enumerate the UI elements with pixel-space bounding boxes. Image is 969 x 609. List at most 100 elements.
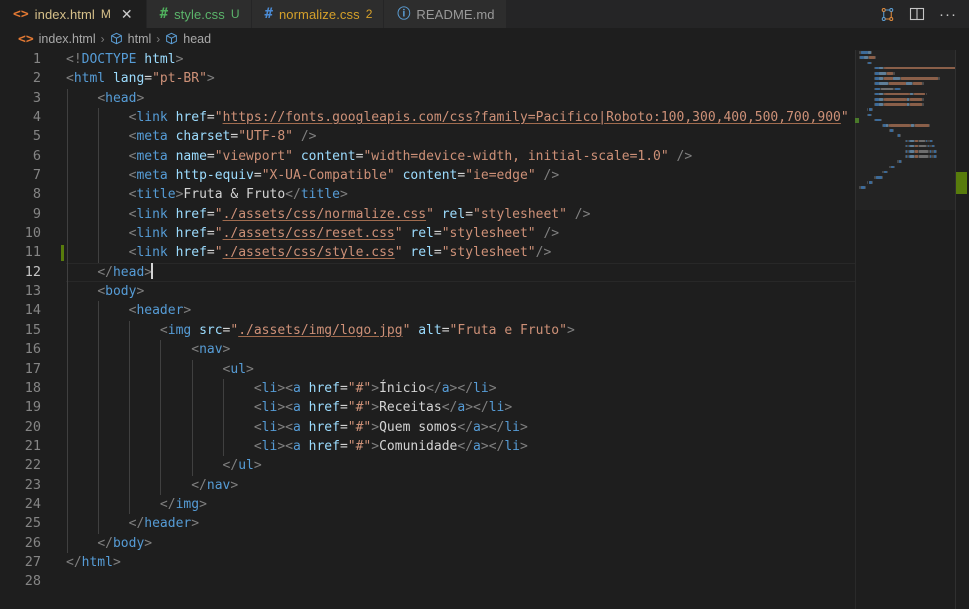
minimap-line xyxy=(859,190,955,195)
more-actions-icon[interactable]: ··· xyxy=(939,7,957,22)
line-content[interactable]: <nav> xyxy=(52,340,230,359)
line-number: 7 xyxy=(32,167,41,184)
line-content[interactable]: <head> xyxy=(52,89,144,108)
open-changes-icon[interactable] xyxy=(880,7,895,22)
line-content[interactable]: <title>Fruta & Fruto</title> xyxy=(52,185,348,204)
line-content[interactable]: </header> xyxy=(52,514,199,533)
line-content[interactable]: </html> xyxy=(52,553,121,572)
code-line[interactable]: 10 <link href="./assets/css/reset.css" r… xyxy=(0,224,969,244)
code-line[interactable]: 16 <nav> xyxy=(0,340,969,360)
line-number: 8 xyxy=(32,186,41,203)
code-line[interactable]: 25 </header> xyxy=(0,514,969,534)
code-line[interactable]: 21 <li><a href="#">Comunidade</a></li> xyxy=(0,436,969,457)
tab-normalize-css[interactable]: # normalize.css 2 xyxy=(251,0,385,28)
breadcrumb-item-head[interactable]: head xyxy=(165,32,211,46)
line-content[interactable]: <html lang="pt-BR"> xyxy=(52,69,215,88)
line-content[interactable]: <ul> xyxy=(52,360,254,379)
code-line[interactable]: 15 <img src="./assets/img/logo.jpg" alt=… xyxy=(0,320,969,341)
line-number: 3 xyxy=(32,89,41,106)
line-number: 25 xyxy=(24,515,41,532)
line-content[interactable]: <li><a href="#">Ínicio</a></li> xyxy=(52,379,497,398)
text-cursor xyxy=(151,262,154,279)
breadcrumb-label: index.html xyxy=(38,32,96,46)
line-content[interactable]: </nav> xyxy=(52,476,238,495)
line-content[interactable]: </img> xyxy=(52,495,207,514)
line-content[interactable]: <li><a href="#">Receitas</a></li> xyxy=(52,398,512,417)
tab-label: normalize.css xyxy=(278,6,360,22)
code-line[interactable]: 12 </head> xyxy=(0,262,969,283)
breadcrumb-label: head xyxy=(183,32,212,46)
code-line[interactable]: 22 </ul> xyxy=(0,456,969,476)
code-line[interactable]: 24 </img> xyxy=(0,494,969,515)
line-content[interactable]: <li><a href="#">Comunidade</a></li> xyxy=(52,437,528,456)
line-number: 28 xyxy=(24,573,41,590)
code-line[interactable]: 4 <link href="https://fonts.googleapis.c… xyxy=(0,108,969,128)
code-line[interactable]: 7 <meta http-equiv="X-UA-Compatible" con… xyxy=(0,166,969,186)
line-number: 6 xyxy=(32,147,41,164)
css-hash-icon: # xyxy=(264,6,273,22)
tab-git-badge: M xyxy=(100,7,111,21)
tab-readme-md[interactable]: ⓘ README.md xyxy=(384,0,507,28)
line-content[interactable]: <img src="./assets/img/logo.jpg" alt="Fr… xyxy=(52,321,575,340)
code-line[interactable]: 11 <link href="./assets/css/style.css" r… xyxy=(0,243,969,263)
code-line[interactable]: 14 <header> xyxy=(0,301,969,321)
line-content[interactable]: </ul> xyxy=(52,456,262,475)
code-content[interactable]: 1 <!DOCTYPE html> 2 <html lang="pt-BR"> 3 <h… xyxy=(0,50,969,609)
tab-style-css[interactable]: # style.css U xyxy=(146,0,252,28)
code-line[interactable]: 23 </nav> xyxy=(0,475,969,495)
line-content[interactable]: <meta charset="UTF-8" /> xyxy=(52,127,317,146)
editor-tab-bar: <> index.html M ✕ # style.css U # normal… xyxy=(0,0,969,28)
line-number: 24 xyxy=(24,495,41,512)
close-icon[interactable]: ✕ xyxy=(119,7,135,21)
code-line[interactable]: 20 <li><a href="#">Quem somos</a></li> xyxy=(0,417,969,437)
overview-ruler[interactable] xyxy=(955,50,969,609)
code-line[interactable]: 9 <link href="./assets/css/normalize.css… xyxy=(0,204,969,225)
line-number: 18 xyxy=(24,379,41,396)
code-line[interactable]: 18 <li><a href="#">Ínicio</a></li> xyxy=(0,378,969,399)
line-number: 2 xyxy=(32,70,41,87)
line-content[interactable]: </body> xyxy=(52,534,152,553)
code-line[interactable]: 13 <body> xyxy=(0,282,969,302)
breadcrumb-item-html[interactable]: html xyxy=(110,32,151,46)
line-content[interactable]: <link href="./assets/css/normalize.css" … xyxy=(52,205,591,224)
code-line[interactable]: 17 <ul> xyxy=(0,359,969,379)
code-line[interactable]: 19 <li><a href="#">Receitas</a></li> xyxy=(0,398,969,418)
line-content[interactable]: </head> xyxy=(52,262,154,282)
line-content[interactable]: <link href="https://fonts.googleapis.com… xyxy=(52,108,865,127)
tab-git-badge: U xyxy=(230,7,240,21)
line-content[interactable]: <!DOCTYPE html> xyxy=(52,50,183,69)
code-line[interactable]: 27 </html> xyxy=(0,553,969,572)
code-line[interactable]: 26 </body> xyxy=(0,533,969,553)
code-line[interactable]: 3 <head> xyxy=(0,88,969,109)
line-content[interactable]: <body> xyxy=(52,282,144,301)
line-content[interactable]: <link href="./assets/css/style.css" rel=… xyxy=(52,243,552,262)
line-content[interactable]: <link href="./assets/css/reset.css" rel=… xyxy=(52,224,560,243)
line-content[interactable]: <meta name="viewport" content="width=dev… xyxy=(52,147,693,166)
code-line[interactable]: 6 <meta name="viewport" content="width=d… xyxy=(0,146,969,167)
line-number: 15 xyxy=(24,321,41,338)
tab-problem-badge: 2 xyxy=(365,7,373,21)
symbol-cube-icon xyxy=(165,32,178,46)
line-number: 9 xyxy=(32,205,41,222)
breadcrumb-item-index-html[interactable]: <> index.html xyxy=(18,32,96,46)
tab-list: <> index.html M ✕ # style.css U # normal… xyxy=(0,0,507,28)
line-content[interactable]: <li><a href="#">Quem somos</a></li> xyxy=(52,418,528,437)
breadcrumb-separator: › xyxy=(100,32,105,46)
code-line[interactable]: 1 <!DOCTYPE html> xyxy=(0,50,969,69)
code-line[interactable]: 28 xyxy=(0,572,969,591)
minimap[interactable] xyxy=(855,50,955,609)
line-content[interactable] xyxy=(52,572,66,591)
code-line[interactable]: 8 <title>Fruta & Fruto</title> xyxy=(0,185,969,205)
code-line[interactable]: 5 <meta charset="UTF-8" /> xyxy=(0,127,969,147)
line-number: 17 xyxy=(24,360,41,377)
line-number: 16 xyxy=(24,341,41,358)
code-line[interactable]: 2 <html lang="pt-BR"> xyxy=(0,69,969,88)
tab-label: README.md xyxy=(416,6,495,22)
line-number: 1 xyxy=(32,51,41,67)
line-number: 21 xyxy=(24,437,41,454)
line-content[interactable]: <meta http-equiv="X-UA-Compatible" conte… xyxy=(52,166,560,185)
line-content[interactable]: <header> xyxy=(52,301,192,320)
tab-index-html[interactable]: <> index.html M ✕ xyxy=(0,0,147,28)
split-editor-icon[interactable] xyxy=(909,7,925,21)
code-editor[interactable]: 1 <!DOCTYPE html> 2 <html lang="pt-BR"> 3 <h… xyxy=(0,50,969,609)
